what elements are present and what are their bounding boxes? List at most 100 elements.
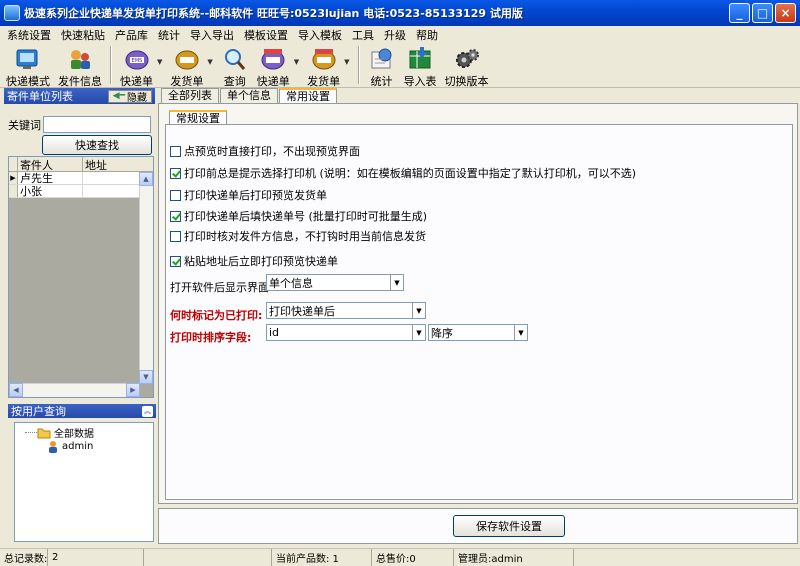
tab-all-list[interactable]: 全部列表: [161, 88, 219, 103]
menu-quick-paste[interactable]: 快速粘贴: [56, 27, 110, 43]
keyword-label: 关键词: [8, 118, 41, 132]
checkbox[interactable]: [170, 145, 181, 157]
option-preview-delivery[interactable]: 打印快递单后打印预览发货单: [170, 187, 327, 203]
menu-system-settings[interactable]: 系统设置: [2, 27, 56, 43]
sender-list-header: 寄件单位列表 ◀━ 隐藏: [4, 88, 155, 104]
gears-icon: [453, 46, 481, 72]
sort-order-select[interactable]: 降序 ▼: [428, 324, 528, 341]
scroll-left-icon[interactable]: ◀: [9, 383, 23, 397]
express-bill-dropdown-icon[interactable]: ▼: [157, 58, 162, 66]
scroll-down-icon[interactable]: ▼: [139, 370, 153, 384]
collapse-icon[interactable]: ︽: [142, 405, 153, 417]
keyword-input[interactable]: [43, 116, 151, 133]
table-row[interactable]: ▶ 卢先生: [9, 172, 153, 185]
arrow-left-icon: ◀━: [112, 91, 125, 101]
checkbox[interactable]: [170, 167, 181, 179]
menu-template-settings[interactable]: 模板设置: [239, 27, 293, 43]
checkbox[interactable]: [170, 230, 181, 242]
batch-express-dropdown-icon[interactable]: ▼: [294, 58, 299, 66]
close-button[interactable]: ×: [775, 3, 796, 23]
batch-express-bill-button[interactable]: 快递单: [253, 46, 294, 89]
quick-search-button[interactable]: 快速查找: [42, 135, 152, 155]
app-icon: [4, 5, 20, 21]
mark-printed-select[interactable]: 打印快递单后 ▼: [266, 302, 426, 319]
horizontal-scrollbar[interactable]: ◀ ▶: [9, 383, 140, 397]
option-paste-preview[interactable]: 粘贴地址后立即打印预览快递单: [170, 253, 338, 269]
option-verify-sender[interactable]: 打印时核对发件方信息，不打钩时用当前信息发货: [170, 228, 426, 244]
startup-view-select[interactable]: 单个信息 ▼: [266, 274, 404, 291]
menu-upgrade[interactable]: 升级: [379, 27, 411, 43]
sort-field-select[interactable]: id ▼: [266, 324, 426, 341]
tab-single-info[interactable]: 单个信息: [220, 88, 278, 103]
left-panel: 寄件单位列表 ◀━ 隐藏 关键词 快速查找 寄件人 地址 ▶ 卢先生 小张 ▲: [4, 88, 156, 546]
menu-tools[interactable]: 工具: [347, 27, 379, 43]
user-query-panel: 按用户查询 ︽ 全部数据 admin: [8, 404, 156, 544]
chart-icon: [368, 46, 396, 72]
menu-help[interactable]: 帮助: [411, 27, 443, 43]
row-pointer-icon: ▶: [9, 172, 18, 184]
svg-text:EMS: EMS: [131, 58, 142, 64]
chevron-down-icon[interactable]: ▼: [412, 303, 425, 318]
general-settings-pane: 点预览时直接打印，不出现预览界面 打印前总是提示选择打印机 (说明：如在模板编辑…: [165, 124, 793, 500]
statistics-button[interactable]: 统计: [364, 46, 400, 89]
column-sender[interactable]: 寄件人: [18, 157, 83, 172]
send-info-button[interactable]: 发件信息: [54, 46, 106, 89]
hide-button[interactable]: ◀━ 隐藏: [107, 89, 152, 104]
chevron-down-icon[interactable]: ▼: [390, 275, 403, 290]
quick-mode-button[interactable]: 快递模式: [2, 46, 54, 89]
delivery-bill-icon: [173, 46, 201, 72]
save-settings-button[interactable]: 保存软件设置: [453, 515, 565, 537]
status-bar: 总记录数: 2 当前产品数: 1 总售价:0 管理员:admin: [0, 548, 800, 566]
tab-common-settings[interactable]: 常用设置: [279, 88, 337, 103]
checkbox[interactable]: [170, 210, 181, 222]
total-records-value: 2: [48, 549, 144, 566]
switch-version-button[interactable]: 切换版本: [441, 46, 493, 89]
sort-field-label: 打印时排序字段:: [170, 331, 252, 344]
maximize-button[interactable]: □: [752, 3, 773, 23]
import-icon: [406, 46, 434, 72]
user-icon: [49, 441, 57, 453]
batch-delivery-bill-button[interactable]: 发货单: [303, 46, 344, 89]
batch-express-bill-icon: [259, 46, 287, 72]
chevron-down-icon[interactable]: ▼: [514, 325, 527, 340]
mark-printed-label: 何时标记为已打印:: [170, 309, 263, 322]
grid-header: 寄件人 地址: [9, 157, 153, 172]
menu-import-template[interactable]: 导入模板: [293, 27, 347, 43]
checkbox[interactable]: [170, 255, 181, 267]
toolbar: 快递模式 发件信息 EMS 快递单 ▼ 发货单 ▼ 查询 快递单 ▼ 发货单 ▼…: [0, 44, 800, 88]
tree-item-admin[interactable]: admin: [47, 440, 93, 453]
vertical-scrollbar[interactable]: ▲ ▼: [139, 172, 153, 384]
delivery-bill-dropdown-icon[interactable]: ▼: [207, 58, 212, 66]
delivery-bill-button[interactable]: 发货单: [166, 46, 207, 89]
menu-statistics[interactable]: 统计: [153, 27, 185, 43]
option-fill-tracking-no[interactable]: 打印快递单后填快递单号 (批量打印时可批量生成): [170, 208, 427, 224]
sender-grid: 寄件人 地址 ▶ 卢先生 小张 ▲ ▼ ◀ ▶: [8, 156, 154, 398]
scroll-up-icon[interactable]: ▲: [139, 172, 153, 186]
menu-bar: 系统设置 快速粘贴 产品库 统计 导入导出 模板设置 导入模板 工具 升级 帮助: [0, 26, 800, 44]
settings-panel: 常规设置 点预览时直接打印，不出现预览界面 打印前总是提示选择打印机 (说明：如…: [158, 103, 798, 504]
query-button[interactable]: 查询: [217, 46, 253, 89]
column-address[interactable]: 地址: [83, 157, 153, 172]
checkbox[interactable]: [170, 189, 181, 201]
tab-general-settings[interactable]: 常规设置: [169, 110, 227, 125]
option-direct-print[interactable]: 点预览时直接打印，不出现预览界面: [170, 143, 360, 159]
minimize-button[interactable]: _: [729, 3, 750, 23]
window-title: 极速系列企业快递单发货单打印系统--邮科软件 旺旺号:0523lujian 电话…: [24, 7, 523, 20]
chevron-down-icon[interactable]: ▼: [412, 325, 425, 340]
total-records-label: 总记录数:: [0, 549, 48, 566]
express-bill-button[interactable]: EMS 快递单: [116, 46, 157, 89]
table-row[interactable]: 小张: [9, 185, 153, 198]
menu-import-export[interactable]: 导入导出: [185, 27, 239, 43]
scroll-right-icon[interactable]: ▶: [126, 383, 140, 397]
main-tabs: 全部列表 单个信息 常用设置: [161, 88, 338, 103]
user-query-header: 按用户查询 ︽: [8, 404, 156, 418]
option-prompt-printer[interactable]: 打印前总是提示选择打印机 (说明：如在模板编辑的页面设置中指定了默认打印机，可以…: [170, 165, 636, 181]
search-area: 关键词 快速查找: [4, 104, 155, 159]
import-table-button[interactable]: 导入表: [400, 46, 441, 89]
batch-delivery-dropdown-icon[interactable]: ▼: [344, 58, 349, 66]
menu-product-library[interactable]: 产品库: [110, 27, 153, 43]
tree-item-all[interactable]: 全部数据: [37, 425, 94, 440]
send-info-icon: [66, 46, 94, 72]
batch-delivery-bill-icon: [310, 46, 338, 72]
user-tree: 全部数据 admin: [14, 422, 154, 542]
